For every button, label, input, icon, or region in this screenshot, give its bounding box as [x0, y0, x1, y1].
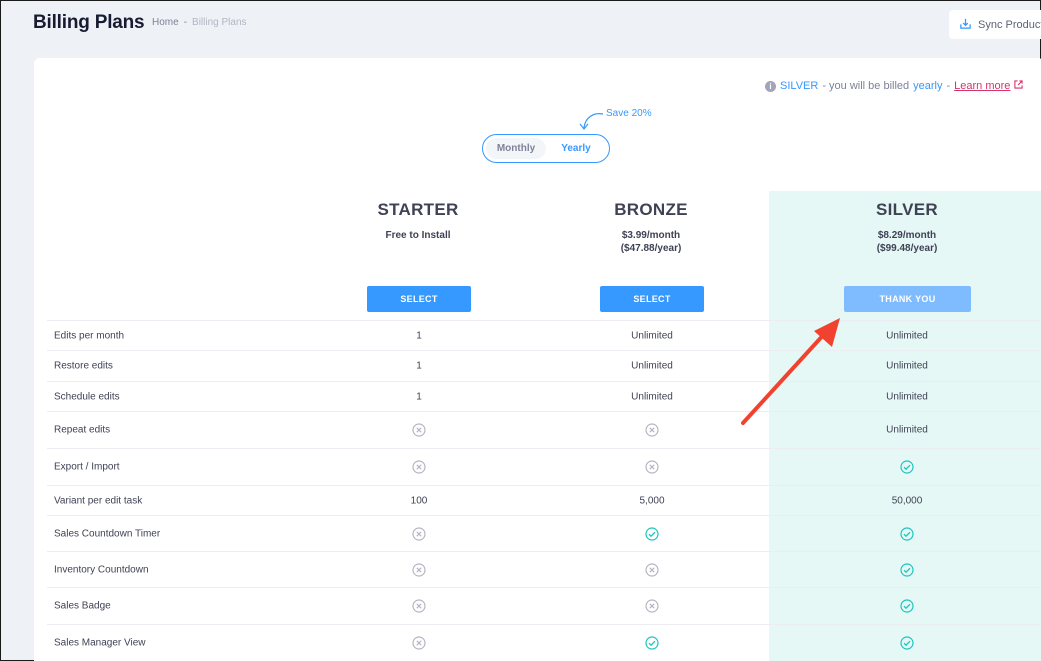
table-row: Schedule edits 1 Unlimited Unlimited: [47, 381, 1041, 411]
save-annotation: Save 20%: [575, 106, 665, 136]
plan-silver: SILVER $8.29/month ($99.48/year): [797, 200, 1017, 255]
feature-label: Sales Countdown Timer: [54, 528, 161, 539]
plan-name: STARTER: [377, 200, 459, 219]
check-icon: [645, 636, 659, 650]
plan-price: Free to Install: [308, 229, 528, 242]
select-bronze-button[interactable]: SELECT: [600, 286, 704, 312]
plan-price-monthly: Free to Install: [385, 230, 451, 241]
billing-note-text: - you will be billed: [822, 80, 910, 92]
cross-icon: [412, 423, 426, 437]
feature-label: Sales Badge: [54, 600, 111, 612]
feature-value: Unlimited: [631, 391, 673, 402]
table-row: Variant per edit task 100 5,000 50,000: [47, 485, 1041, 515]
cross-icon: [412, 526, 426, 541]
save-percent-label: Save 20%: [606, 108, 652, 119]
cross-icon: [412, 599, 426, 613]
feature-label: Schedule edits: [54, 391, 120, 402]
feature-value: Unlimited: [886, 391, 928, 402]
cross-icon: [645, 599, 659, 613]
billing-cycle-toggle[interactable]: Monthly Yearly: [482, 134, 610, 163]
sync-products-button[interactable]: Sync Products: [949, 10, 1041, 39]
page-title: Billing Plans: [33, 12, 145, 33]
table-row: Edits per month 1 Unlimited Unlimited: [47, 320, 1041, 350]
page-header: Billing Plans Home - Billing Plans Sync …: [1, 1, 1041, 51]
feature-label: Edits per month: [54, 330, 125, 341]
toggle-monthly[interactable]: Monthly: [486, 138, 546, 159]
table-row: Export / Import: [47, 448, 1041, 485]
table-row: Repeat edits Unlimited: [47, 411, 1041, 448]
breadcrumb-home[interactable]: Home: [152, 17, 179, 28]
feature-value: 1: [416, 330, 422, 341]
feature-label: Repeat edits: [54, 424, 111, 436]
feature-value: 1: [416, 360, 422, 372]
cross-icon: [412, 636, 426, 650]
feature-value: Unlimited: [631, 360, 673, 372]
sync-products-label: Sync Products: [978, 18, 1041, 31]
cross-icon: [412, 562, 426, 577]
current-plan-button: THANK YOU: [844, 286, 971, 312]
cross-icon: [645, 460, 659, 474]
plan-price-monthly: $3.99/month: [621, 230, 681, 241]
plan-price: $3.99/month ($47.88/year): [541, 229, 761, 255]
features-table: Edits per month 1 Unlimited Unlimited Restor…: [47, 320, 1041, 661]
cross-icon: [412, 460, 426, 474]
billing-note-dash: -: [946, 80, 951, 92]
table-row: Sales Manager View: [47, 624, 1041, 661]
check-icon: [900, 526, 914, 541]
table-row: Restore edits 1 Unlimited Unlimited: [47, 350, 1041, 381]
feature-label: Variant per edit task: [54, 495, 143, 506]
check-icon: [900, 460, 914, 474]
toggle-yearly[interactable]: Yearly: [546, 138, 606, 159]
learn-more-link[interactable]: Learn more: [954, 80, 1010, 92]
check-icon: [645, 526, 659, 541]
info-icon: i: [765, 80, 776, 92]
feature-label: Sales Manager View: [54, 637, 146, 649]
check-icon: [900, 599, 914, 613]
billing-note-cycle: yearly: [913, 80, 943, 92]
billing-note-plan: SILVER: [780, 80, 819, 92]
table-row: Sales Countdown Timer: [47, 515, 1041, 551]
plan-price-yearly: ($99.48/year): [876, 243, 938, 254]
feature-value: 50,000: [891, 495, 923, 506]
table-row: Sales Badge: [47, 587, 1041, 624]
breadcrumb-separator: -: [183, 17, 188, 28]
cross-icon: [645, 562, 659, 577]
feature-value: 100: [410, 495, 428, 506]
plan-price: $8.29/month ($99.48/year): [797, 229, 1017, 255]
feature-value: Unlimited: [631, 330, 673, 341]
billing-note: i SILVER - you will be billed yearly - L…: [765, 80, 1024, 92]
plan-name: BRONZE: [614, 200, 688, 219]
feature-label: Export / Import: [54, 461, 120, 473]
external-link-icon: [1014, 80, 1024, 92]
feature-value: Unlimited: [886, 330, 928, 341]
plan-starter: STARTER Free to Install: [308, 200, 528, 242]
check-icon: [900, 562, 914, 577]
breadcrumb: Home - Billing Plans: [152, 17, 247, 28]
plan-name: SILVER: [876, 200, 938, 219]
plan-price-monthly: $8.29/month: [877, 230, 937, 241]
billing-plans-card: i SILVER - you will be billed yearly - L…: [34, 58, 1041, 661]
feature-value: Unlimited: [886, 424, 928, 436]
feature-label: Inventory Countdown: [54, 564, 149, 575]
breadcrumb-current: Billing Plans: [192, 17, 247, 28]
table-row: Inventory Countdown: [47, 551, 1041, 587]
feature-value: 5,000: [639, 495, 665, 506]
feature-value: Unlimited: [886, 360, 928, 372]
plan-price-yearly: ($47.88/year): [620, 243, 682, 254]
check-icon: [900, 636, 914, 650]
download-icon: [959, 17, 972, 33]
feature-label: Restore edits: [54, 360, 113, 372]
feature-value: 1: [416, 391, 422, 402]
cross-icon: [645, 423, 659, 437]
plan-bronze: BRONZE $3.99/month ($47.88/year): [541, 200, 761, 255]
select-starter-button[interactable]: SELECT: [367, 286, 471, 312]
